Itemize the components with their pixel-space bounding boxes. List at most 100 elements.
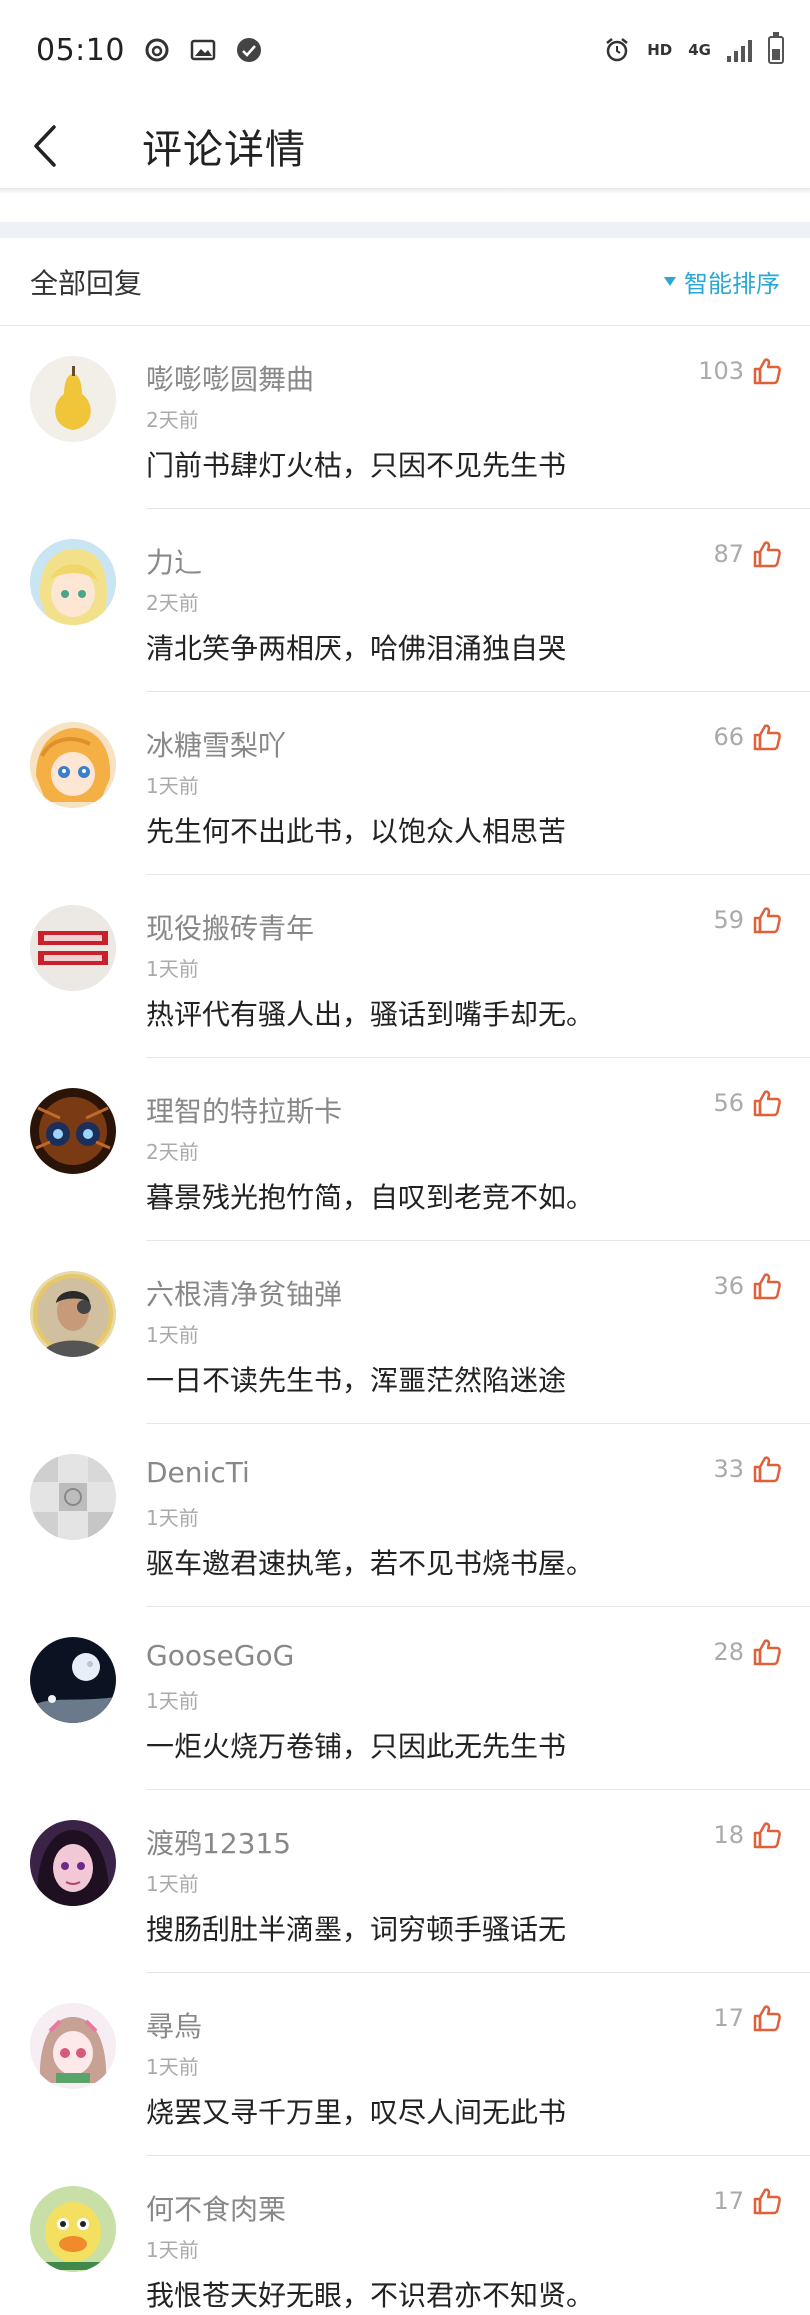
title-divider — [0, 188, 810, 194]
like-button[interactable]: 17 — [713, 2003, 782, 2033]
comment-text: 一炬火烧万卷铺，只因此无先生书 — [146, 1730, 567, 1763]
back-button[interactable] — [0, 100, 90, 192]
comment-detail-page: 05:10 HD 4G 评论详情 全部回复 智能排序 嘭嘭嘭圆舞曲 2天前 门前… — [0, 0, 810, 2315]
chevron-left-icon — [34, 125, 56, 167]
avatar-image — [30, 1271, 116, 1357]
thumbs-up-icon — [753, 2005, 781, 2032]
comment-item[interactable]: 何不食肉栗 1天前 我恨苍天好无眼，不识君亦不知贤。 17 — [0, 2156, 810, 2315]
thumbs-up-icon — [753, 2188, 781, 2215]
app-badge-icon — [236, 38, 261, 62]
like-button[interactable]: 103 — [698, 356, 782, 386]
thumbs-up-icon — [753, 1822, 781, 1849]
comment-item[interactable]: 理智的特拉斯卡 2天前 暮景残光抱竹简，自叹到老竞不如。 56 — [0, 1058, 810, 1241]
comment-item[interactable]: 冰糖雪梨吖 1天前 先生何不出此书，以饱众人相思苦 66 — [0, 692, 810, 875]
like-button[interactable]: 28 — [713, 1637, 782, 1667]
comment-item[interactable]: 嘭嘭嘭圆舞曲 2天前 门前书肆灯火枯，只因不见先生书 103 — [0, 326, 810, 509]
comment-text: 热评代有骚人出，骚话到嘴手却无。 — [146, 998, 595, 1031]
thumbs-up-icon — [753, 1090, 781, 1117]
like-button[interactable]: 87 — [713, 539, 782, 569]
like-button[interactable]: 18 — [713, 1820, 782, 1850]
alarm-icon — [606, 38, 629, 62]
thumbs-up-icon — [753, 907, 781, 934]
comment-text: 搜肠刮肚半滴墨，词穷顿手骚话无 — [146, 1913, 567, 1946]
comment-username[interactable]: GooseGoG — [146, 1639, 294, 1672]
comment-username[interactable]: 嘭嘭嘭圆舞曲 — [146, 358, 314, 398]
comment-text: 一日不读先生书，浑噩茫然陷迷途 — [146, 1364, 567, 1397]
avatar-image — [30, 905, 116, 991]
comment-username[interactable]: 六根清净贫铀弹 — [146, 1273, 342, 1313]
caret-down-icon — [664, 277, 676, 286]
comment-text: 清北笑争两相厌，哈佛泪涌独自哭 — [146, 632, 567, 665]
avatar[interactable] — [30, 1088, 116, 1174]
avatar[interactable] — [30, 1637, 116, 1723]
comment-item[interactable]: GooseGoG 1天前 一炬火烧万卷铺，只因此无先生书 28 — [0, 1607, 810, 1790]
comment-time: 2天前 — [146, 591, 199, 615]
like-count: 17 — [713, 2004, 744, 2032]
comment-username[interactable]: 力辶 — [146, 541, 202, 581]
comment-username[interactable]: 何不食肉栗 — [146, 2188, 286, 2228]
thumbs-up-icon — [753, 541, 781, 568]
like-count: 103 — [698, 357, 744, 385]
comment-time: 1天前 — [146, 1872, 199, 1896]
comment-item[interactable]: 现役搬砖青年 1天前热评代有骚人出，骚话到嘴手却无。 59 — [0, 875, 810, 1058]
avatar-image — [30, 2003, 116, 2089]
comment-username[interactable]: 尋烏 — [146, 2005, 202, 2045]
comment-username[interactable]: 现役搬砖青年 — [146, 907, 314, 947]
comment-time: 1天前 — [146, 957, 199, 981]
avatar[interactable] — [30, 1820, 116, 1906]
smart-sort-button[interactable]: 智能排序 — [664, 264, 780, 299]
title-bar: 评论详情 — [0, 100, 810, 192]
like-button[interactable]: 56 — [713, 1088, 782, 1118]
hd-indicator: HD — [647, 41, 673, 59]
comment-item[interactable]: DenicTi 1天前驱车邀君速执笔，若不见书烧书屋。 33 — [0, 1424, 810, 1607]
section-separator — [0, 222, 810, 238]
like-button[interactable]: 36 — [713, 1271, 782, 1301]
status-bar: 05:10 HD 4G — [0, 0, 810, 100]
comment-list: 嘭嘭嘭圆舞曲 2天前 门前书肆灯火枯，只因不见先生书 103 力辶 2天前清北笑争两相厌，… — [0, 326, 810, 2315]
avatar[interactable] — [30, 539, 116, 625]
avatar[interactable] — [30, 2003, 116, 2089]
signal-icon — [727, 38, 752, 62]
like-count: 66 — [713, 723, 744, 751]
avatar[interactable] — [30, 1271, 116, 1357]
avatar[interactable] — [30, 1454, 116, 1540]
like-count: 18 — [713, 1821, 744, 1849]
avatar-image — [30, 2186, 116, 2272]
comment-username[interactable]: 冰糖雪梨吖 — [146, 724, 286, 764]
battery-icon — [768, 32, 784, 64]
avatar[interactable] — [30, 905, 116, 991]
thumbs-up-icon — [753, 1639, 781, 1666]
netease-music-icon — [145, 38, 169, 62]
comment-username[interactable]: 渡鸦12315 — [146, 1822, 291, 1862]
avatar[interactable] — [30, 2186, 116, 2272]
comment-item[interactable]: 力辶 2天前清北笑争两相厌，哈佛泪涌独自哭 87 — [0, 509, 810, 692]
like-button[interactable]: 33 — [713, 1454, 782, 1484]
all-replies-title: 全部回复 — [30, 266, 143, 300]
comment-username[interactable]: 理智的特拉斯卡 — [146, 1090, 342, 1130]
like-count: 56 — [713, 1089, 744, 1117]
comment-item[interactable]: 六根清净贫铀弹 1天前一日不读先生书，浑噩茫然陷迷途 36 — [0, 1241, 810, 1424]
avatar-image — [30, 356, 116, 442]
avatar[interactable] — [30, 356, 116, 442]
image-icon — [190, 39, 216, 61]
like-count: 28 — [713, 1638, 744, 1666]
like-count: 33 — [713, 1455, 744, 1483]
comment-time: 1天前 — [146, 1506, 199, 1530]
comment-username[interactable]: DenicTi — [146, 1456, 250, 1489]
comment-text: 驱车邀君速执笔，若不见书烧书屋。 — [146, 1547, 595, 1580]
comment-time: 1天前 — [146, 774, 199, 798]
like-button[interactable]: 17 — [713, 2186, 782, 2216]
avatar-image — [30, 722, 116, 808]
comment-text: 烧罢又寻千万里，叹尽人间无此书 — [146, 2096, 567, 2129]
like-button[interactable]: 59 — [713, 905, 782, 935]
comment-text: 我恨苍天好无眼，不识君亦不知贤。 — [146, 2279, 595, 2312]
avatar[interactable] — [30, 722, 116, 808]
thumbs-up-icon — [753, 1273, 781, 1300]
comment-time: 1天前 — [146, 1323, 199, 1347]
comment-item[interactable]: 尋烏 1天前 烧罢又寻千万里，叹尽人间无此书 17 — [0, 1973, 810, 2156]
avatar-image — [30, 1637, 116, 1723]
like-button[interactable]: 66 — [713, 722, 782, 752]
comment-text: 暮景残光抱竹简，自叹到老竞不如。 — [146, 1181, 595, 1214]
avatar-image — [30, 539, 116, 625]
comment-item[interactable]: 渡鸦12315 1天前搜肠刮肚半滴墨，词穷顿手骚话无 18 — [0, 1790, 810, 1973]
